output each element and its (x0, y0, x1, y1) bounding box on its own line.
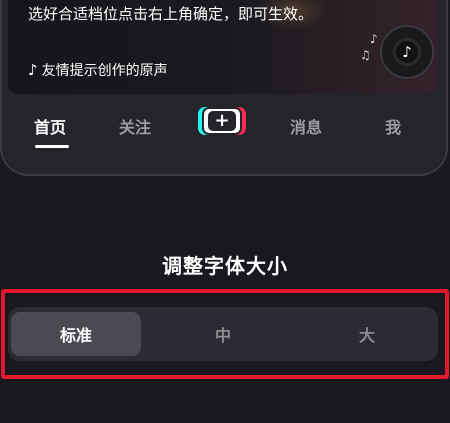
plus-label: + (208, 111, 236, 131)
music-text: 友情提示创作的原声 (41, 63, 168, 79)
phone-preview-card: 选好合适档位点击右上角确定，即可生效。 ♪ 友情提示创作的原声 ♪ ♫ ♪ 首页… (0, 0, 448, 176)
music-info: ♪ 友情提示创作的原声 (28, 60, 168, 80)
music-note-icon: ♪ (28, 61, 38, 79)
nav-item-messages[interactable]: 消息 (290, 114, 322, 138)
nav-item-following[interactable]: 关注 (119, 114, 151, 138)
video-caption: 选好合适档位点击右上角确定，即可生效。 (28, 5, 314, 23)
font-size-option-standard[interactable]: 标准 (11, 312, 141, 356)
plus-icon: + (202, 107, 242, 135)
video-preview: 选好合适档位点击右上角确定，即可生效。 ♪ 友情提示创作的原声 ♪ ♫ ♪ (8, 0, 438, 94)
music-disc[interactable]: ♪ (380, 25, 434, 79)
nav-active-indicator (35, 145, 69, 148)
nav-item-me[interactable]: 我 (385, 114, 401, 138)
create-button[interactable]: + (198, 107, 246, 137)
font-size-option-large[interactable]: 大 (302, 312, 432, 356)
font-size-option-medium[interactable]: 中 (158, 312, 288, 356)
tiktok-logo-icon: ♪ (396, 41, 418, 63)
font-size-title: 调整字体大小 (162, 254, 288, 278)
floating-notes-icon: ♪ ♫ (360, 32, 378, 62)
font-size-selector: 标准 中 大 (8, 307, 438, 361)
nav-item-home[interactable]: 首页 (34, 114, 66, 138)
